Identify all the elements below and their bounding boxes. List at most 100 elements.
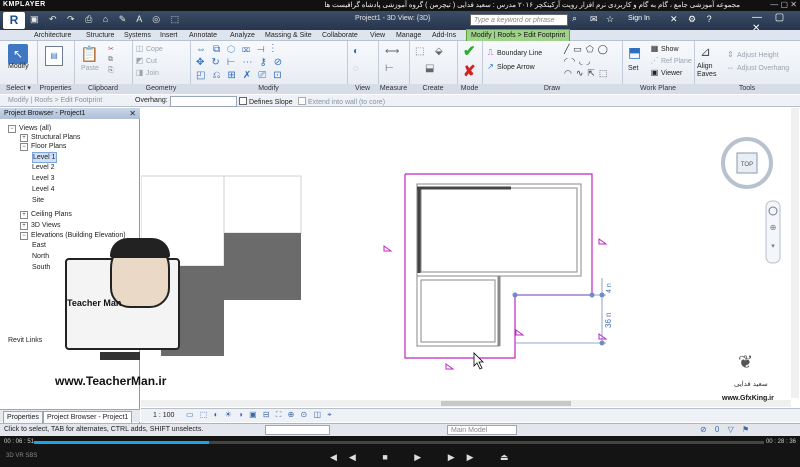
- pan-icon[interactable]: ▾: [771, 242, 775, 250]
- boundary-line-button[interactable]: ⎍ Boundary Line: [486, 48, 542, 58]
- browser-item[interactable]: − Floor Plans: [20, 142, 66, 151]
- browser-item[interactable]: East: [32, 241, 46, 250]
- tab-manage[interactable]: Manage: [396, 30, 421, 41]
- properties-icon[interactable]: ▤: [45, 46, 63, 66]
- workset-field[interactable]: [265, 425, 330, 435]
- help-icons[interactable]: ✕ ⚙ ?: [670, 14, 716, 25]
- tab-insert[interactable]: Insert: [160, 30, 178, 41]
- playback-controls[interactable]: ◀◀ ■ ▶ ▶▶ ⏏: [330, 452, 521, 463]
- collapse-icon[interactable]: −: [8, 125, 16, 133]
- help-search-input[interactable]: Type a keyword or phrase: [470, 14, 568, 26]
- browser-item[interactable]: − Views (all): [8, 124, 51, 133]
- create-part-icon[interactable]: ⬚: [415, 46, 424, 57]
- player-window-controls[interactable]: — ▢ ✕: [770, 0, 797, 9]
- dimension-text[interactable]: 36 n: [604, 312, 613, 328]
- browser-item[interactable]: Revit Links: [8, 336, 42, 345]
- tab-systems[interactable]: Systems: [124, 30, 151, 41]
- browser-item[interactable]: Level 2: [32, 163, 55, 172]
- modify-tools-row-1[interactable]: ⇔⧉⬡⌧⊣⋮: [196, 44, 281, 55]
- match-icon[interactable]: ⎘: [108, 67, 114, 75]
- align-eaves-icon[interactable]: ⊿: [700, 44, 711, 60]
- view-scale[interactable]: 1 : 100: [153, 412, 174, 419]
- sign-in-button[interactable]: Sign In: [628, 15, 650, 22]
- player-mode-icons[interactable]: 3D VR SBS: [6, 453, 37, 459]
- modify-tools-row-3[interactable]: ◰⎌⊞✗⎚⊡: [196, 70, 289, 81]
- copy-clip-icon[interactable]: ⧉: [108, 56, 113, 64]
- hide-element-icon[interactable]: ◌: [353, 63, 358, 73]
- browser-item[interactable]: Level 1: [32, 152, 57, 163]
- align-eaves-button[interactable]: Align Eaves: [697, 63, 721, 79]
- defines-slope-checkbox[interactable]: Defines Slope: [239, 97, 293, 106]
- slope-marker[interactable]: [515, 329, 525, 336]
- design-option-select[interactable]: Main Model: [447, 425, 517, 435]
- infocenter-icons[interactable]: ✉ ☆: [590, 14, 617, 25]
- tab-view[interactable]: View: [370, 30, 385, 41]
- wall-inner-lower[interactable]: [420, 279, 496, 343]
- set-workplane-icon[interactable]: ⬒: [628, 44, 641, 61]
- tab-massing-site[interactable]: Massing & Site: [265, 30, 312, 41]
- dimension-grip[interactable]: [589, 292, 595, 298]
- browser-item[interactable]: Level 4: [32, 185, 55, 194]
- slope-arrow-button[interactable]: ↗ Slope Arrow: [486, 62, 535, 71]
- select-panel-title[interactable]: Select ▾: [0, 84, 37, 94]
- zoom-icon[interactable]: ⊕: [770, 223, 777, 232]
- extend-core-check[interactable]: [298, 97, 306, 105]
- set-button[interactable]: Set: [628, 65, 639, 72]
- vertical-scrollbar[interactable]: [791, 108, 799, 398]
- close-icon[interactable]: ✕: [129, 108, 136, 119]
- browser-item[interactable]: + Structural Plans: [20, 133, 80, 142]
- modify-tools-row-2[interactable]: ✥↻⊢⋯⚷⊘: [196, 57, 289, 68]
- cut-button[interactable]: ◩ Cut: [135, 56, 157, 65]
- viewer-button[interactable]: ▣ Viewer: [650, 68, 683, 77]
- draw-tools-row-2[interactable]: ◜◝◟◞: [564, 56, 594, 67]
- slope-marker[interactable]: [383, 245, 393, 252]
- overhang-input[interactable]: [170, 96, 237, 107]
- paste-icon[interactable]: 📋: [80, 45, 99, 63]
- slope-marker[interactable]: [598, 238, 608, 245]
- tab-structure[interactable]: Structure: [86, 30, 114, 41]
- finish-edit-icon[interactable]: ✔: [463, 42, 476, 60]
- dimension-text-small[interactable]: 4 n: [606, 283, 613, 293]
- horizontal-scroll-thumb[interactable]: [441, 401, 571, 406]
- dimension-grip[interactable]: [599, 340, 605, 346]
- cope-button[interactable]: ◫ Cope: [135, 44, 163, 53]
- draw-tools-row-1[interactable]: ╱▭⬠◯: [564, 44, 612, 55]
- tab-modify-roofs-edit-footprint[interactable]: Modify | Roofs > Edit Footprint: [466, 29, 571, 41]
- dimension-icon[interactable]: ⊢: [385, 63, 394, 74]
- seek-bar[interactable]: [34, 441, 764, 444]
- view-control-icons[interactable]: ▭ ⬚ ◐ ☀ ◑ ▣ ⊟ ⛶ ⊕ ⊙ ◫ ⌖: [186, 410, 334, 420]
- browser-item[interactable]: South: [32, 263, 50, 272]
- ref-plane-button[interactable]: ⋰ Ref Plane: [650, 56, 692, 65]
- collapse-icon[interactable]: −: [20, 143, 28, 151]
- draw-tools-row-3[interactable]: ◠∿⇱⬚: [564, 68, 611, 79]
- measure-icon[interactable]: ⟷: [385, 46, 399, 57]
- wall-outline-lower[interactable]: [416, 275, 500, 347]
- properties-panel-title[interactable]: Properties: [37, 84, 74, 94]
- dimension-grip[interactable]: [599, 292, 605, 298]
- browser-item[interactable]: North: [32, 252, 49, 261]
- slope-marker[interactable]: [445, 363, 455, 370]
- dimension-grip[interactable]: [512, 292, 518, 298]
- expand-icon[interactable]: +: [20, 134, 28, 142]
- tab-analyze[interactable]: Analyze: [230, 30, 255, 41]
- collapse-icon[interactable]: −: [20, 232, 28, 240]
- create-group-icon[interactable]: ⬙: [435, 46, 443, 57]
- adjust-height-button[interactable]: ⇕ Adjust Height: [726, 50, 779, 59]
- join-button[interactable]: ◨ Join: [135, 68, 159, 77]
- expand-icon[interactable]: +: [20, 222, 28, 230]
- modify-arrow-icon[interactable]: ↖: [8, 44, 28, 64]
- slope-marker[interactable]: [598, 333, 608, 340]
- drawing-canvas[interactable]: 36 n 4 n TOP ⊕ ▾: [140, 108, 800, 408]
- paste-button[interactable]: Paste: [81, 65, 99, 72]
- modify-button[interactable]: Modify: [8, 63, 29, 70]
- wall-inner-upper[interactable]: [420, 187, 578, 273]
- create-similar-icon[interactable]: ⬓: [425, 63, 434, 74]
- binoculars-icon[interactable]: ⌕: [572, 13, 577, 24]
- browser-item[interactable]: Level 3: [32, 174, 55, 183]
- tab-collaborate[interactable]: Collaborate: [322, 30, 358, 41]
- show-workplane-button[interactable]: ▦ Show: [650, 44, 679, 53]
- expand-icon[interactable]: +: [20, 211, 28, 219]
- browser-item[interactable]: +3D Views: [20, 221, 60, 230]
- defines-slope-check[interactable]: [239, 97, 247, 105]
- cancel-edit-icon[interactable]: ✘: [463, 62, 476, 80]
